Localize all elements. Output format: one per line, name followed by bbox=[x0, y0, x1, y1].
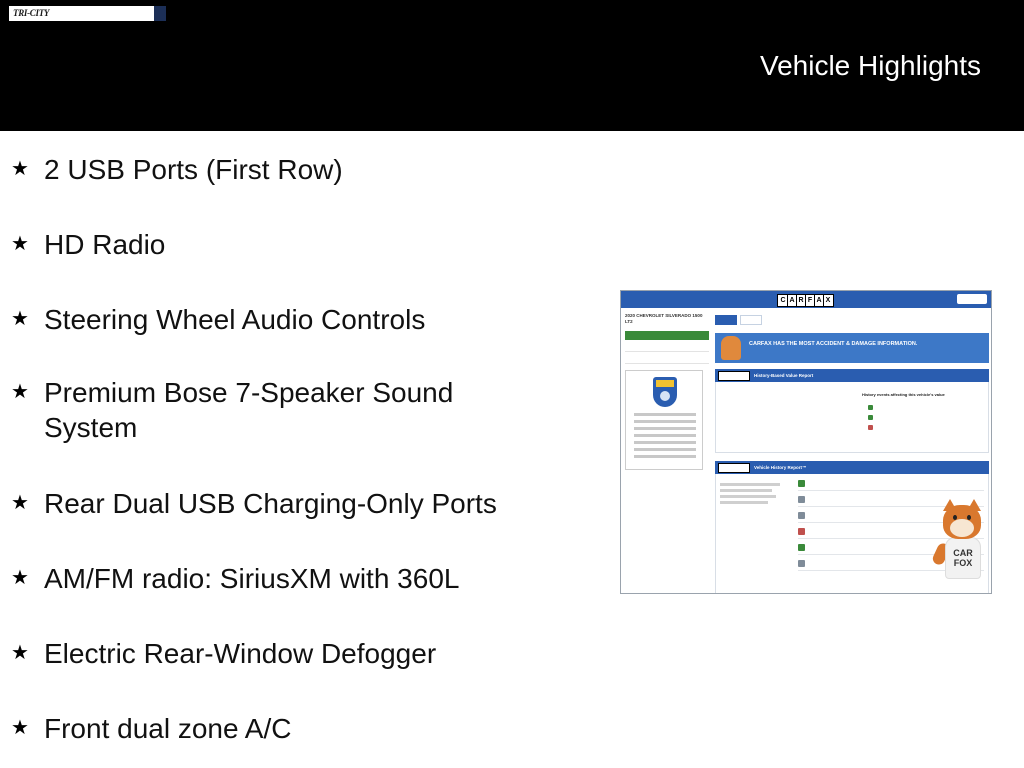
carfax-value-section-bar: History-Based Value Report bbox=[715, 369, 989, 382]
carfax-logo-small bbox=[718, 370, 750, 381]
location-icon bbox=[798, 543, 805, 551]
carfax-vehicle-title: 2020 CHEVROLET SILVERADO 1500 LT2 bbox=[625, 313, 703, 324]
carfax-value-row bbox=[868, 404, 873, 411]
star-icon: ★ bbox=[11, 156, 29, 180]
carfax-logo-small bbox=[718, 462, 750, 473]
fox-mascot-icon bbox=[721, 336, 741, 360]
shield-icon bbox=[653, 377, 677, 407]
page-title: Vehicle Highlights bbox=[759, 50, 981, 81]
list-item: ★ 2 USB Ports (First Row) bbox=[11, 152, 571, 187]
carfax-value-box: History events affecting this vehicle's … bbox=[715, 382, 989, 453]
carfax-sidebar-item[interactable] bbox=[625, 352, 709, 364]
list-item: ★ HD Radio bbox=[11, 227, 571, 262]
check-icon bbox=[798, 479, 805, 487]
carfax-value-row bbox=[868, 424, 873, 431]
fox-head bbox=[943, 499, 981, 539]
carfax-history-summary bbox=[720, 480, 794, 504]
star-icon: ★ bbox=[11, 231, 29, 255]
features-list: ★ 2 USB Ports (First Row) ★ HD Radio ★ S… bbox=[0, 0, 600, 768]
carfax-banner: CARFAX HAS THE MOST ACCIDENT & DAMAGE IN… bbox=[715, 333, 989, 363]
fox-shirt: CAR FOX bbox=[945, 537, 981, 579]
carfax-logo-letter: A bbox=[788, 295, 797, 306]
feature-label: HD Radio bbox=[44, 229, 166, 260]
carfax-value-box-title: History events affecting this vehicle's … bbox=[862, 392, 945, 397]
check-icon bbox=[868, 405, 873, 410]
star-icon: ★ bbox=[11, 306, 29, 330]
carfax-logo-letter: X bbox=[825, 297, 831, 304]
list-item: ★ Electric Rear-Window Defogger bbox=[11, 636, 571, 671]
vehicle-icon bbox=[798, 527, 805, 535]
feature-label: 2 USB Ports (First Row) bbox=[44, 154, 343, 185]
list-item: ★ AM/FM radio: SiriusXM with 360L bbox=[11, 561, 571, 596]
feature-label: Front dual zone A/C bbox=[44, 713, 292, 744]
list-item: ★ Rear Dual USB Charging-Only Ports bbox=[11, 486, 571, 521]
list-item: ★ Steering Wheel Audio Controls bbox=[11, 302, 571, 337]
carfax-logo-letter: A bbox=[815, 295, 824, 306]
carfax-logo-letter: F bbox=[806, 295, 815, 306]
feature-label: Electric Rear-Window Defogger bbox=[44, 638, 437, 669]
carfax-tab[interactable] bbox=[740, 315, 762, 325]
owners-icon bbox=[798, 511, 805, 519]
star-icon: ★ bbox=[11, 565, 29, 589]
carfax-logo: C A R F A X bbox=[777, 294, 834, 307]
carfax-history-section-bar: Vehicle History Report™ bbox=[715, 461, 989, 474]
wrench-icon bbox=[798, 495, 805, 503]
carfax-logo-letter: C bbox=[779, 295, 788, 306]
carfax-print-button[interactable] bbox=[957, 294, 987, 304]
wrench-icon bbox=[868, 415, 873, 420]
feature-label: Premium Bose 7-Speaker Sound System bbox=[44, 377, 454, 443]
feature-label: AM/FM radio: SiriusXM with 360L bbox=[44, 563, 460, 594]
carfax-sidebar-item[interactable] bbox=[625, 340, 709, 352]
carfax-report-image[interactable]: C A R F A X 2020 CHEVROLET SILVERADO 150… bbox=[620, 290, 992, 594]
carfax-value-row bbox=[868, 414, 873, 421]
star-icon: ★ bbox=[11, 640, 29, 664]
carfax-history-section-title: Vehicle History Report™ bbox=[754, 465, 807, 470]
feature-label: Steering Wheel Audio Controls bbox=[44, 304, 426, 335]
feature-label: Rear Dual USB Charging-Only Ports bbox=[44, 488, 497, 519]
list-item: ★ Front dual zone A/C bbox=[11, 711, 571, 746]
list-item: ★ Premium Bose 7-Speaker Sound System bbox=[11, 375, 491, 445]
carfax-topbar: C A R F A X bbox=[621, 291, 991, 308]
star-icon: ★ bbox=[11, 715, 29, 739]
carfax-banner-text: CARFAX HAS THE MOST ACCIDENT & DAMAGE IN… bbox=[749, 341, 918, 347]
odometer-icon bbox=[798, 559, 805, 567]
star-icon: ★ bbox=[11, 379, 29, 403]
fox-mascot: CAR FOX bbox=[930, 499, 991, 593]
carfax-sidebar: 2020 CHEVROLET SILVERADO 1500 LT2 bbox=[625, 313, 709, 483]
carfax-value-section-title: History-Based Value Report bbox=[754, 373, 814, 378]
carfax-tab[interactable] bbox=[715, 315, 737, 325]
vehicle-icon bbox=[868, 425, 873, 430]
carfax-tabs bbox=[715, 315, 989, 325]
carfax-badge-text bbox=[634, 413, 696, 462]
star-icon: ★ bbox=[11, 490, 29, 514]
carfax-logo-letter: R bbox=[797, 295, 806, 306]
carfax-badge-panel bbox=[625, 370, 703, 470]
carfax-history-row[interactable] bbox=[798, 476, 984, 491]
carfax-sidebar-item-active[interactable] bbox=[625, 331, 709, 340]
